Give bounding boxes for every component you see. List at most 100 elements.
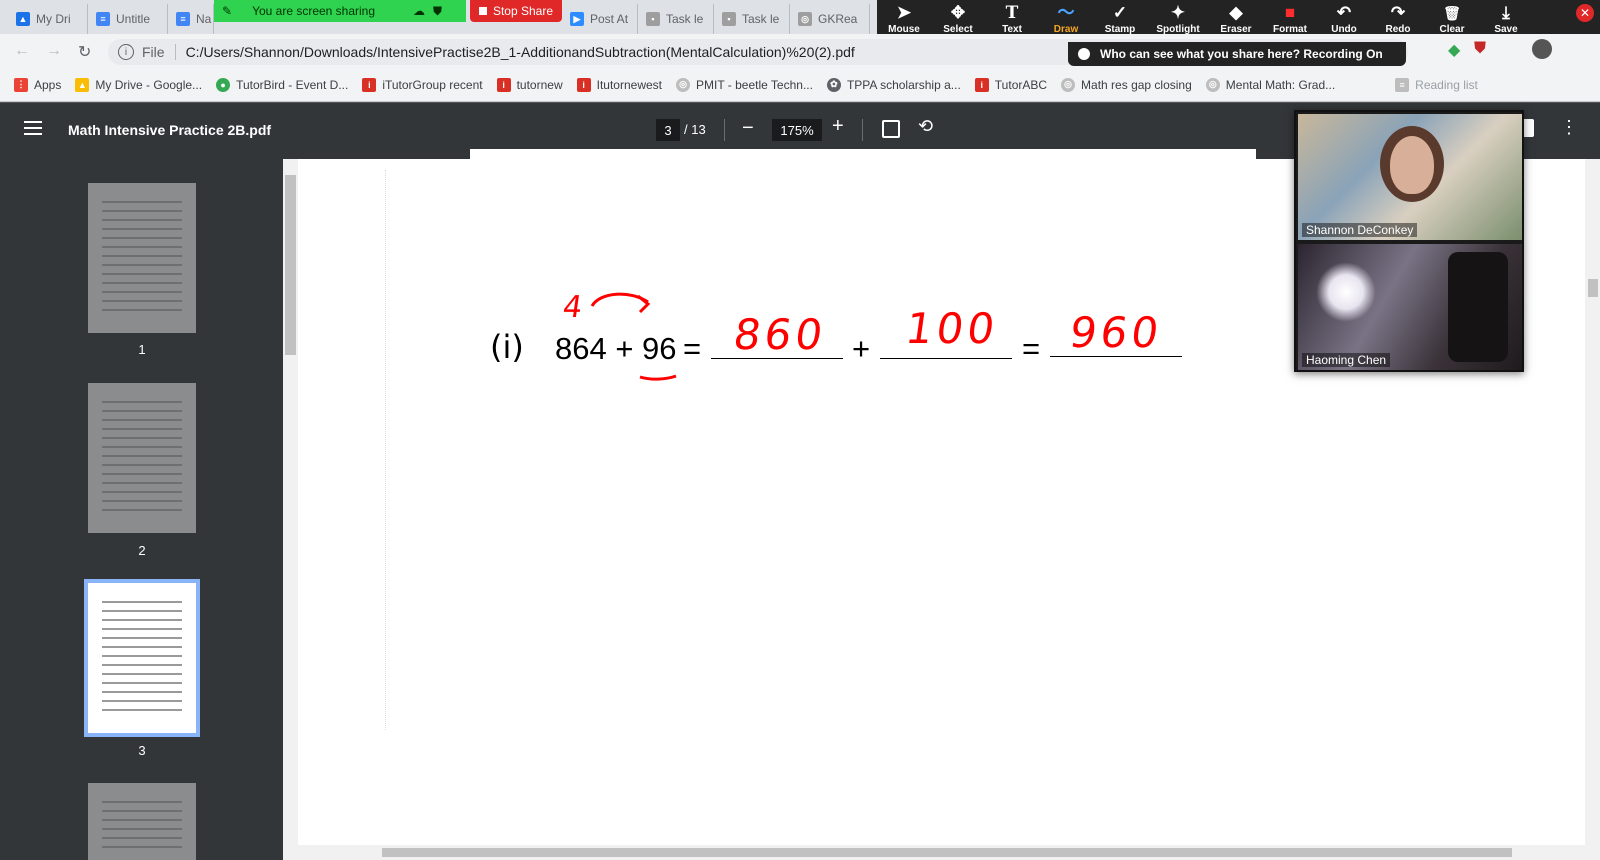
bookmark-label: PMIT - beetle Techn... (696, 77, 813, 92)
bookmark-label: Mental Math: Grad... (1225, 77, 1336, 92)
page-thumbnail[interactable] (88, 783, 196, 860)
bookmark-item[interactable]: i TutorABC (974, 77, 1048, 92)
page-thumbnail-selected[interactable] (84, 579, 200, 737)
thumbnail-content (102, 201, 182, 318)
bookmark-item[interactable]: ✿ TPPA scholarship a... (826, 77, 961, 92)
reload-icon[interactable]: ↻ (78, 42, 91, 62)
stop-share-button[interactable]: Stop Share (470, 0, 562, 22)
tutorbird-icon: ● (216, 77, 231, 92)
extension-icon[interactable]: ◆ (1448, 40, 1460, 60)
menu-icon[interactable] (24, 121, 42, 139)
rotate-icon[interactable]: ⟲ (918, 116, 933, 137)
share-banner-label: You are screen sharing (252, 4, 376, 18)
video-tile[interactable]: Haoming Chen (1298, 244, 1522, 370)
answer-blank-2 (880, 358, 1012, 359)
close-icon[interactable]: ✕ (1576, 4, 1594, 22)
sidebar-scrollbar[interactable] (283, 159, 298, 860)
globe-icon: ◎ (1205, 77, 1220, 92)
bookmark-item[interactable]: i tutornew (496, 77, 563, 92)
itutor-icon: i (496, 77, 511, 92)
tab-label: Post At (590, 12, 629, 26)
itutor-icon: i (576, 77, 591, 92)
bookmark-label: tutornew (516, 77, 563, 92)
page-number-input[interactable]: 3 (656, 119, 680, 141)
spotlight-icon: ✦ (1170, 3, 1186, 22)
browser-tab[interactable]: ≡ Na (168, 4, 214, 34)
stop-share-label: Stop Share (492, 4, 554, 18)
tppa-icon: ✿ (826, 77, 841, 92)
thumbnail-content (102, 601, 182, 718)
browser-tab[interactable]: ▪ Task le (714, 4, 790, 34)
horizontal-scrollbar[interactable] (298, 845, 1585, 860)
equals-sign: = (683, 331, 702, 366)
info-icon: i (118, 44, 134, 60)
profile-avatar[interactable] (1532, 39, 1552, 59)
bookmark-label: TutorABC (994, 77, 1048, 92)
video-panel[interactable]: Shannon DeConkey Haoming Chen (1294, 110, 1524, 372)
zoom-out-button[interactable]: − (742, 117, 754, 140)
forward-icon[interactable]: → (46, 42, 62, 60)
page-thumbnail[interactable] (88, 183, 196, 333)
url-text: C:/Users/Shannon/Downloads/IntensivePrac… (185, 44, 855, 60)
browser-tab[interactable]: ≡ Untitle (88, 4, 168, 34)
video-tile[interactable]: Shannon DeConkey (1298, 114, 1522, 240)
page-icon: ▪ (722, 12, 736, 26)
pdf-page (470, 149, 1256, 845)
bookmark-item[interactable]: ▲ My Drive - Google... (75, 77, 202, 92)
fit-page-icon[interactable] (882, 120, 900, 138)
page-icon: ▪ (646, 12, 660, 26)
redo-icon: ↷ (1390, 3, 1406, 22)
vertical-scrollbar[interactable] (1585, 159, 1600, 860)
globe-icon: ◎ (798, 12, 812, 26)
page-margin-guide (385, 170, 386, 730)
bookmark-item[interactable]: ◎ Mental Math: Grad... (1205, 77, 1336, 92)
problem-label: (i) (490, 328, 524, 366)
bookmarks-bar: ⋮ Apps ▲ My Drive - Google... ● TutorBird -… (0, 68, 1600, 102)
zoom-level-input[interactable]: 175% (772, 119, 822, 141)
bookmark-apps[interactable]: ⋮ Apps (14, 77, 61, 92)
tab-label: Task le (666, 12, 704, 26)
thumbnail-number: 1 (138, 342, 146, 357)
who-can-see-banner[interactable]: Who can see what you share here? Recordi… (1068, 42, 1406, 66)
bookmark-label: Itutornewest (596, 77, 662, 92)
bookmark-item[interactable]: i iTutorGroup recent (362, 77, 483, 92)
bookmark-label: iTutorGroup recent (382, 77, 483, 92)
hanging-coat (1448, 252, 1508, 362)
drive-icon: ▲ (16, 12, 30, 26)
bookmark-item[interactable]: ● TutorBird - Event D... (216, 77, 349, 92)
trash-icon: 🗑 (1443, 5, 1461, 21)
equals-sign: = (1022, 331, 1041, 366)
browser-tab[interactable]: ◎ GKRea (790, 4, 870, 34)
bookmark-label: Reading list (1415, 77, 1478, 92)
vertical-scroll-thumb[interactable] (1588, 279, 1598, 297)
reading-list-icon: ≡ (1395, 77, 1410, 92)
bookmark-item[interactable]: ◎ PMIT - beetle Techn... (676, 77, 813, 92)
apps-grid-icon: ⋮ (14, 77, 28, 92)
stamp-icon: ✓ (1112, 3, 1128, 22)
page-thumbnail[interactable] (88, 383, 196, 533)
bookmark-label: TPPA scholarship a... (846, 77, 961, 92)
sidebar-scroll-thumb[interactable] (285, 175, 296, 355)
back-icon[interactable]: ← (14, 42, 30, 60)
bookmark-reading-list[interactable]: ≡ Reading list (1395, 77, 1478, 92)
tab-label: My Dri (36, 12, 71, 26)
zoom-icon: ▶ (570, 12, 584, 26)
bookmark-label: TutorBird - Event D... (236, 77, 349, 92)
toolbar-divider (862, 119, 863, 141)
browser-tab[interactable]: ▲ My Dri (8, 4, 88, 34)
zoom-in-button[interactable]: + (832, 115, 844, 138)
undo-icon: ↶ (1336, 3, 1352, 22)
browser-tab[interactable]: ▪ Task le (638, 4, 714, 34)
ublock-icon[interactable]: ⛊ (1474, 40, 1486, 58)
tab-label: Na (196, 12, 212, 26)
bookmark-item[interactable]: ◎ Math res gap closing (1061, 77, 1192, 92)
browser-tab[interactable]: ▶ Post At (562, 4, 638, 34)
handwritten-answer-1: 860 (730, 310, 830, 359)
bookmark-item[interactable]: i Itutornewest (576, 77, 662, 92)
thumbnail-sidebar: 1 2 3 (0, 159, 283, 860)
horizontal-scroll-thumb[interactable] (382, 848, 1512, 857)
more-options-icon[interactable]: ⋮ (1560, 117, 1578, 138)
thumbnail-content (102, 801, 182, 855)
cloud-icon: ☁ (413, 4, 426, 18)
person-icon (1078, 48, 1090, 60)
